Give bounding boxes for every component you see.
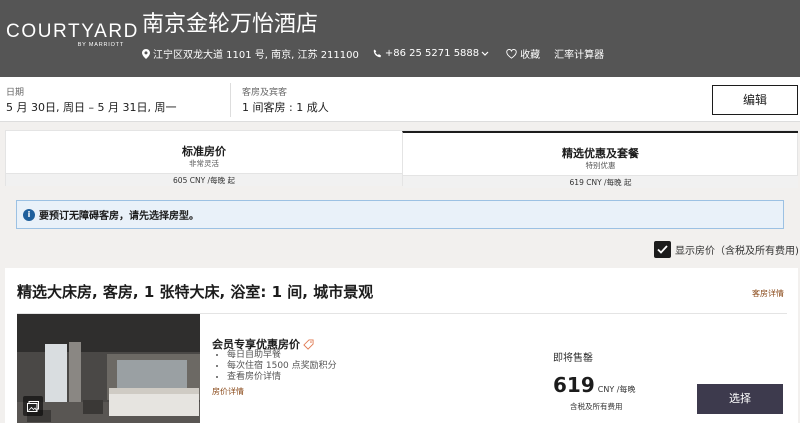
rate-tabs: 标准房价 非常灵活 605 CNY /每晚 起 精选优惠及套餐 特别优惠 619… — [5, 130, 798, 188]
search-summary-bar: 日期 5 月 30日, 周日 – 5 月 31日, 周一 客房及宾客 1 间客房… — [0, 77, 800, 122]
brand-logo[interactable]: COURTYARD BY MARRIOTT — [6, 21, 139, 49]
tab-subtitle: 非常灵活 — [189, 159, 219, 168]
checkmark-icon — [657, 245, 668, 254]
phone-icon — [373, 49, 381, 58]
tab-title: 标准房价 — [182, 145, 226, 158]
list-item[interactable]: 查看房价详情 — [227, 372, 337, 383]
logo-main-text: COURTYARD — [6, 21, 139, 42]
tag-icon — [303, 338, 314, 350]
room-price: 619 CNY /每晚 — [553, 373, 635, 397]
tab-price: 605 CNY /每晚 起 — [6, 173, 402, 186]
logo-sub-text: BY MARRIOTT — [77, 42, 124, 48]
availability-status: 即将售罄 — [553, 353, 593, 364]
show-price-checkbox[interactable] — [654, 241, 671, 258]
date-label: 日期 — [6, 88, 25, 98]
location-pin-icon — [142, 48, 150, 59]
heart-icon — [506, 48, 517, 59]
date-value[interactable]: 5 月 30日, 周日 – 5 月 31日, 周一 — [6, 99, 176, 115]
price-unit: CNY /每晚 — [597, 385, 636, 394]
accessibility-notice: i 要预订无障碍客房，请先选择房型。 — [16, 200, 784, 229]
currency-calculator-link[interactable]: 汇率计算器 — [554, 46, 604, 61]
room-photo-image — [17, 314, 200, 423]
chevron-down-icon — [481, 51, 489, 56]
hotel-header: COURTYARD BY MARRIOTT 南京金轮万怡酒店 江宁区双龙大道 1… — [0, 0, 800, 77]
tab-special-offers[interactable]: 精选优惠及套餐 特别优惠 619 CNY /每晚 起 — [402, 131, 798, 188]
divider — [230, 83, 231, 117]
price-amount: 619 — [553, 373, 595, 397]
phone-text: +86 25 5271 5888 — [384, 48, 480, 59]
info-icon: i — [23, 208, 35, 221]
notice-text: 要预订无障碍客房，请先选择房型。 — [39, 211, 199, 222]
show-price-toggle[interactable]: 显示房价（含税及所有费用) — [654, 241, 799, 258]
tab-subtitle: 特别优惠 — [585, 161, 616, 170]
address-text: 江宁区双龙大道 1101 号, 南京, 江苏 211100 — [153, 50, 359, 61]
hotel-name: 南京金轮万怡酒店 — [142, 12, 319, 37]
tab-title: 精选优惠及套餐 — [562, 147, 639, 160]
phone[interactable]: +86 25 5271 5888 — [373, 48, 492, 59]
list-item: 每次住宿 1500 点奖励积分 — [227, 361, 337, 372]
hotel-meta: 江宁区双龙大道 1101 号, 南京, 江苏 211100 +86 25 527… — [142, 46, 618, 61]
gallery-button[interactable] — [23, 396, 43, 416]
favorite-button[interactable]: 收藏 — [506, 46, 540, 61]
rooms-guests-value[interactable]: 1 间客房 : 1 成人 — [242, 99, 329, 115]
show-price-label: 显示房价（含税及所有费用) — [675, 246, 799, 257]
list-item: 每日自助早餐 — [227, 350, 337, 361]
room-photo[interactable] — [17, 314, 200, 423]
edit-button[interactable]: 编辑 — [712, 85, 798, 115]
select-room-button[interactable]: 选择 — [697, 384, 783, 414]
price-note: 含税及所有费用 — [570, 402, 623, 411]
currency-calculator-label: 汇率计算器 — [554, 50, 605, 61]
address[interactable]: 江宁区双龙大道 1101 号, 南京, 江苏 211100 — [142, 46, 359, 61]
gallery-icon — [27, 400, 39, 412]
room-details-link[interactable]: 客房详情 — [752, 288, 784, 299]
rate-benefits-list: 每日自助早餐 每次住宿 1500 点奖励积分 查看房价详情 — [227, 350, 337, 383]
tab-standard-rates[interactable]: 标准房价 非常灵活 605 CNY /每晚 起 — [6, 131, 402, 186]
price-details-link[interactable]: 房价详情 — [212, 386, 244, 397]
room-title: 精选大床房, 客房, 1 张特大床, 浴室: 1 间, 城市景观 — [17, 283, 374, 301]
tab-price: 619 CNY /每晚 起 — [403, 175, 798, 188]
room-card: 精选大床房, 客房, 1 张特大床, 浴室: 1 间, 城市景观 客房详情 会员… — [5, 268, 798, 423]
favorite-label: 收藏 — [520, 50, 541, 61]
rooms-guests-label: 客房及宾客 — [242, 88, 288, 98]
